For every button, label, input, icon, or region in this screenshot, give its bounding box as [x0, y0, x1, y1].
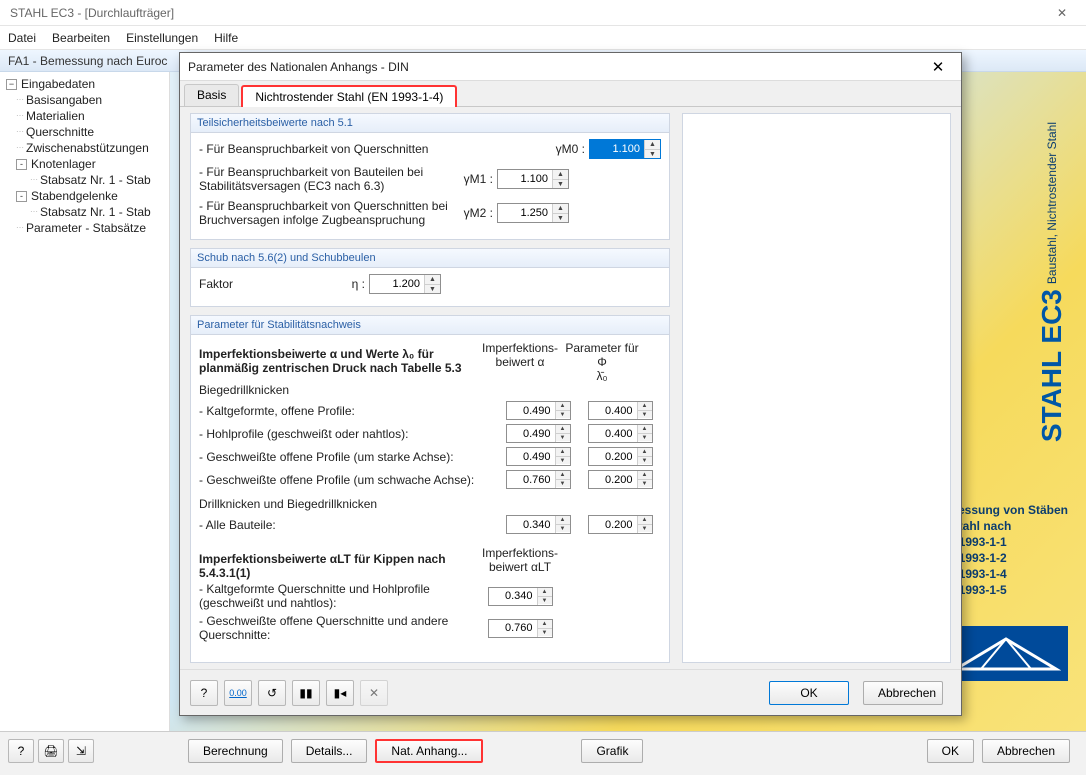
gamma-m1-input[interactable]: ▲▼ [497, 169, 569, 189]
main-ok-button[interactable]: OK [927, 739, 974, 763]
delete-icon: ✕ [360, 680, 388, 706]
berechnung-button[interactable]: Berechnung [188, 739, 283, 763]
alpha-input-1[interactable]: ▲▼ [506, 424, 571, 443]
gamma-m2-input[interactable]: ▲▼ [497, 203, 569, 223]
menu-hilfe[interactable]: Hilfe [214, 31, 238, 45]
tab-nichtrostender-stahl[interactable]: Nichtrostender Stahl (EN 1993-1-4) [241, 85, 457, 107]
menu-bearbeiten[interactable]: Bearbeiten [52, 31, 110, 45]
tree-item[interactable]: ⋯ Stabsatz Nr. 1 - Stab [2, 204, 167, 220]
alpha-input-0[interactable]: ▲▼ [506, 401, 571, 420]
lambda-all-input[interactable]: ▲▼ [588, 515, 653, 534]
library-icon[interactable]: ▮▮ [292, 680, 320, 706]
dialog-preview-panel [682, 113, 951, 663]
window-close-icon[interactable]: ✕ [1042, 6, 1082, 20]
gamma-m0-input[interactable]: ▲▼ [589, 139, 661, 159]
grafik-button[interactable]: Grafik [581, 739, 643, 763]
group-teilsicherheitsbeiwerte: Teilsicherheitsbeiwerte nach 5.1 - Für B… [190, 113, 670, 240]
help-icon[interactable]: ? [8, 739, 34, 763]
main-cancel-button[interactable]: Abbrechen [982, 739, 1070, 763]
save-profile-icon[interactable]: ▮◂ [326, 680, 354, 706]
group-stabilitaetsnachweis: Parameter für Stabilitätsnachweis Imperf… [190, 315, 670, 663]
restore-icon[interactable]: ↺ [258, 680, 286, 706]
app-title-bar: STAHL EC3 - [Durchlaufträger] ✕ [0, 0, 1086, 26]
tree-toggle-icon[interactable]: - [16, 159, 27, 170]
dialog-title: Parameter des Nationalen Anhangs - DIN [188, 60, 923, 74]
nat-anhang-button[interactable]: Nat. Anhang... [375, 739, 483, 763]
units-icon[interactable]: 0.00 [224, 680, 252, 706]
dialog-close-icon[interactable]: ✕ [923, 58, 953, 76]
sub-title: FA1 - Bemessung nach Euroc [8, 54, 167, 68]
alpha-input-3[interactable]: ▲▼ [506, 470, 571, 489]
spin-down-icon[interactable]: ▼ [645, 149, 660, 158]
dialog-title-bar: Parameter des Nationalen Anhangs - DIN ✕ [180, 53, 961, 81]
tree-item[interactable]: ⋯ Querschnitte [2, 124, 167, 140]
lambda-input-0[interactable]: ▲▼ [588, 401, 653, 420]
menu-bar: Datei Bearbeiten Einstellungen Hilfe [0, 26, 1086, 50]
brand-logo: STAHL EC3 Baustahl, Nichtrostender Stahl [1036, 122, 1068, 442]
dialog-cancel-button[interactable]: Abbrechen [863, 681, 943, 705]
tree-root[interactable]: − Eingabedaten [2, 76, 167, 92]
tree-item[interactable]: ⋯ Materialien [2, 108, 167, 124]
tree-toggle-icon[interactable]: - [16, 191, 27, 202]
lambda-input-3[interactable]: ▲▼ [588, 470, 653, 489]
details-button[interactable]: Details... [291, 739, 368, 763]
tab-basis[interactable]: Basis [184, 84, 239, 106]
dialog-ok-button[interactable]: OK [769, 681, 849, 705]
print-icon[interactable]: 🖨 [38, 739, 64, 763]
lambda-input-1[interactable]: ▲▼ [588, 424, 653, 443]
menu-datei[interactable]: Datei [8, 31, 36, 45]
col-lambda-header: Parameter für Φ λ̄₀ [561, 341, 643, 383]
tree-panel: − Eingabedaten ⋯ Basisangaben⋯ Materiali… [0, 72, 170, 731]
alphalt-input-1[interactable]: ▲▼ [488, 619, 553, 638]
right-blurb: nessung von Stäben Stahl nach 1993-1-1 1… [951, 502, 1068, 598]
tree-item[interactable]: ⋯ Basisangaben [2, 92, 167, 108]
alphalt-input-0[interactable]: ▲▼ [488, 587, 553, 606]
menu-einstellungen[interactable]: Einstellungen [126, 31, 198, 45]
dialog-tabs: Basis Nichtrostender Stahl (EN 1993-1-4) [180, 81, 961, 107]
alpha-all-input[interactable]: ▲▼ [506, 515, 571, 534]
app-title: STAHL EC3 - [Durchlaufträger] [4, 6, 1042, 20]
alpha-input-2[interactable]: ▲▼ [506, 447, 571, 466]
help-icon[interactable]: ? [190, 680, 218, 706]
dialog-footer: ? 0.00 ↺ ▮▮ ▮◂ ✕ OK Abbrechen [180, 669, 961, 715]
lambda-input-2[interactable]: ▲▼ [588, 447, 653, 466]
eta-input[interactable]: ▲▼ [369, 274, 441, 294]
spin-up-icon[interactable]: ▲ [645, 140, 660, 149]
bottom-toolbar: ? 🖨 ⇲ Berechnung Details... Nat. Anhang.… [0, 731, 1086, 775]
tree-item[interactable]: -Stabendgelenke [2, 188, 167, 204]
tree-item[interactable]: ⋯ Stabsatz Nr. 1 - Stab [2, 172, 167, 188]
tree-toggle-icon[interactable]: − [6, 79, 17, 90]
export-icon[interactable]: ⇲ [68, 739, 94, 763]
col-alpha-header: Imperfektions- beiwert α [479, 341, 561, 383]
tree-item[interactable]: ⋯ Parameter - Stabsätze [2, 220, 167, 236]
group-schub: Schub nach 5.6(2) und Schubbeulen Faktor… [190, 248, 670, 307]
tree-item[interactable]: -Knotenlager [2, 156, 167, 172]
tree-item[interactable]: ⋯ Zwischenabstützungen [2, 140, 167, 156]
national-annex-dialog: Parameter des Nationalen Anhangs - DIN ✕… [179, 52, 962, 716]
